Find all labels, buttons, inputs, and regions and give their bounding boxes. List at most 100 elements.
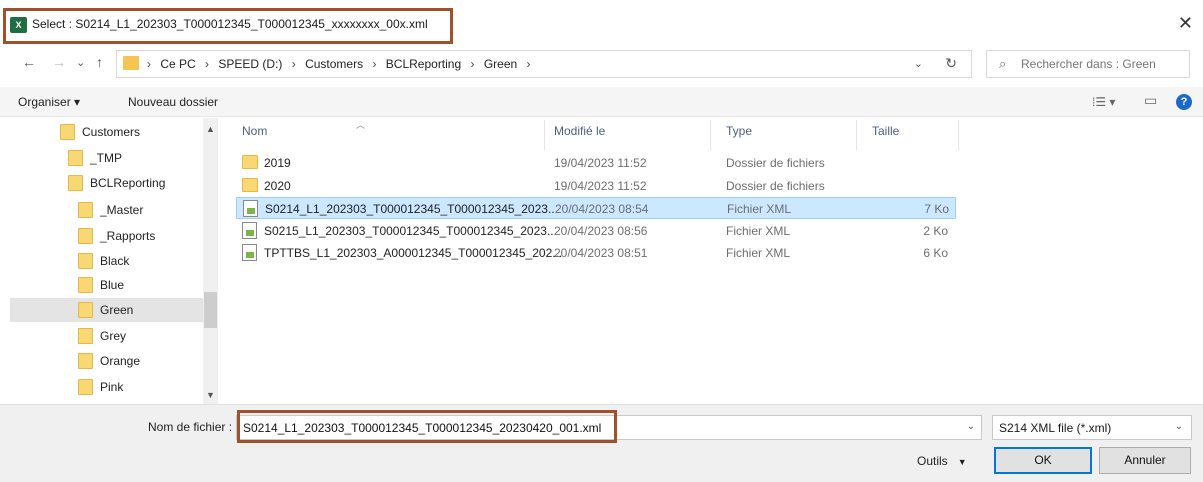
- file-type: Fichier XML: [726, 224, 791, 238]
- folder-icon: [78, 379, 93, 395]
- file-row[interactable]: 2020 19/04/2023 11:52 Dossier de fichier…: [236, 175, 956, 197]
- folder-icon: [68, 150, 83, 166]
- filename-input[interactable]: [243, 419, 943, 437]
- breadcrumb-speed-drive[interactable]: SPEED (D:): [218, 57, 282, 71]
- filter-dropdown-chevron-icon[interactable]: ⌄: [1175, 421, 1183, 432]
- tree-item-master[interactable]: _Master: [66, 198, 218, 222]
- cancel-button[interactable]: Annuler: [1099, 447, 1191, 474]
- breadcrumb-separator-icon[interactable]: ›: [292, 57, 296, 71]
- address-dropdown-chevron-icon[interactable]: ⌄: [914, 57, 923, 70]
- tree-item-label: _Rapports: [100, 229, 156, 243]
- address-bar[interactable]: › Ce PC › SPEED (D:) › Customers › BCLRe…: [116, 50, 972, 78]
- column-divider[interactable]: [856, 120, 857, 150]
- search-input[interactable]: [1021, 55, 1181, 73]
- folder-icon: [68, 175, 83, 191]
- preview-pane-icon[interactable]: ▭: [1144, 92, 1157, 109]
- search-box[interactable]: ⌕: [986, 50, 1190, 78]
- tree-item-rapports[interactable]: _Rapports: [66, 224, 218, 248]
- tree-item-grey[interactable]: Grey: [66, 324, 218, 348]
- title-highlight-box: [3, 8, 453, 44]
- file-type-filter-select[interactable]: S214 XML file (*.xml) ⌄: [992, 415, 1192, 440]
- file-size: 6 Ko: [923, 246, 948, 260]
- navigation-pane: Customers _TMP BCLReporting _Master _Rap…: [0, 118, 218, 404]
- folder-icon: [123, 56, 139, 70]
- breadcrumb-separator-icon[interactable]: ›: [471, 57, 475, 71]
- breadcrumb-separator-icon[interactable]: ›: [205, 57, 209, 71]
- title-bar: X Select : S0214_L1_202303_T000012345_T0…: [0, 0, 1203, 44]
- back-arrow-icon[interactable]: ←: [22, 54, 36, 70]
- file-type-filter-value: S214 XML file (*.xml): [999, 421, 1112, 435]
- breadcrumb-this-pc[interactable]: Ce PC: [160, 57, 195, 71]
- tree-item-green[interactable]: Green: [10, 298, 203, 322]
- folder-icon: [78, 328, 93, 344]
- breadcrumb-green[interactable]: Green: [484, 57, 517, 71]
- tree-item-label: Black: [100, 254, 130, 268]
- sidebar-scrollbar[interactable]: ▲ ▼: [203, 118, 218, 404]
- column-divider[interactable]: [710, 120, 711, 150]
- column-header-modified[interactable]: Modifié le: [554, 124, 605, 138]
- breadcrumb-separator-icon[interactable]: ›: [372, 57, 376, 71]
- tree-item-label: Blue: [100, 278, 125, 292]
- column-header-name[interactable]: Nom: [242, 124, 267, 138]
- folder-icon: [78, 253, 93, 269]
- tree-item-bclreporting[interactable]: BCLReporting: [56, 171, 218, 195]
- tools-dropdown-icon: ▼: [957, 457, 967, 467]
- file-type: Fichier XML: [727, 202, 792, 216]
- organize-menu-button[interactable]: Organiser ▾: [18, 95, 80, 109]
- filename-dropdown-chevron-icon[interactable]: ⌄: [967, 421, 975, 432]
- tools-label: Outils: [917, 454, 948, 468]
- tree-item-label: _Master: [100, 203, 144, 217]
- refresh-icon[interactable]: ↻: [945, 55, 957, 72]
- file-row-selected[interactable]: S0214_L1_202303_T000012345_T000012345_20…: [236, 197, 956, 219]
- xml-file-icon: [242, 222, 257, 239]
- breadcrumb-customers[interactable]: Customers: [305, 57, 363, 71]
- folder-icon: [78, 277, 93, 293]
- scroll-down-arrow-icon[interactable]: ▼: [206, 390, 215, 400]
- breadcrumb: › Ce PC › SPEED (D:) › Customers › BCLRe…: [147, 57, 537, 71]
- folder-icon: [60, 124, 75, 140]
- folder-icon: [78, 353, 93, 369]
- tree-item-orange[interactable]: Orange: [66, 349, 218, 373]
- ok-button[interactable]: OK: [994, 447, 1092, 474]
- file-name: TPTTBS_L1_202303_A000012345_T000012345_2…: [264, 246, 563, 260]
- filename-combobox[interactable]: ⌄: [236, 415, 982, 440]
- column-header-type[interactable]: Type: [726, 124, 752, 138]
- column-divider[interactable]: [544, 120, 545, 150]
- scrollbar-thumb[interactable]: [204, 292, 217, 328]
- file-list: ︿ Nom Modifié le Type Taille 2019 19/04/…: [226, 118, 1203, 404]
- new-folder-button[interactable]: Nouveau dossier: [128, 95, 218, 109]
- file-name: 2020: [264, 179, 291, 193]
- tree-item-customers[interactable]: Customers: [48, 120, 218, 144]
- breadcrumb-separator-icon[interactable]: ›: [527, 57, 531, 71]
- xml-file-icon: [242, 244, 257, 261]
- folder-icon: [78, 302, 93, 318]
- breadcrumb-bclreporting[interactable]: BCLReporting: [386, 57, 461, 71]
- tree-item-label: Pink: [100, 380, 124, 394]
- command-bar: Organiser ▾ Nouveau dossier ⁞☰ ▾ ▭ ?: [0, 87, 1203, 117]
- tree-item-pink[interactable]: Pink: [66, 375, 218, 399]
- folder-icon: [242, 155, 258, 169]
- file-modified: 20/04/2023 08:54: [555, 202, 649, 216]
- file-row[interactable]: TPTTBS_L1_202303_A000012345_T000012345_2…: [236, 242, 956, 264]
- file-row[interactable]: 2019 19/04/2023 11:52 Dossier de fichier…: [236, 152, 956, 174]
- view-options-icon[interactable]: ⁞☰ ▾: [1092, 95, 1115, 109]
- scroll-up-arrow-icon[interactable]: ▲: [206, 124, 215, 134]
- help-icon[interactable]: ?: [1176, 94, 1192, 110]
- close-icon[interactable]: ✕: [1178, 14, 1193, 32]
- recent-locations-chevron-icon[interactable]: ⌄: [76, 56, 85, 69]
- tools-menu-button[interactable]: Outils ▼: [917, 454, 967, 468]
- column-divider[interactable]: [958, 120, 959, 150]
- navigation-bar: ← → ⌄ ↑ › Ce PC › SPEED (D:) › Customers…: [0, 44, 1203, 82]
- column-header-size[interactable]: Taille: [872, 124, 899, 138]
- up-arrow-icon[interactable]: ↑: [96, 54, 103, 70]
- tree-item-label: Customers: [82, 125, 141, 139]
- filename-label: Nom de fichier :: [148, 420, 233, 434]
- file-name: S0214_L1_202303_T000012345_T000012345_20…: [265, 202, 558, 216]
- file-row[interactable]: S0215_L1_202303_T000012345_T000012345_20…: [236, 220, 956, 242]
- tree-item-label: _TMP: [90, 151, 123, 165]
- file-type: Dossier de fichiers: [726, 156, 825, 170]
- forward-arrow-icon[interactable]: →: [52, 54, 66, 70]
- tree-item-tmp[interactable]: _TMP: [56, 146, 218, 170]
- tree-item-blue[interactable]: Blue: [66, 273, 218, 297]
- tree-item-black[interactable]: Black: [66, 249, 218, 273]
